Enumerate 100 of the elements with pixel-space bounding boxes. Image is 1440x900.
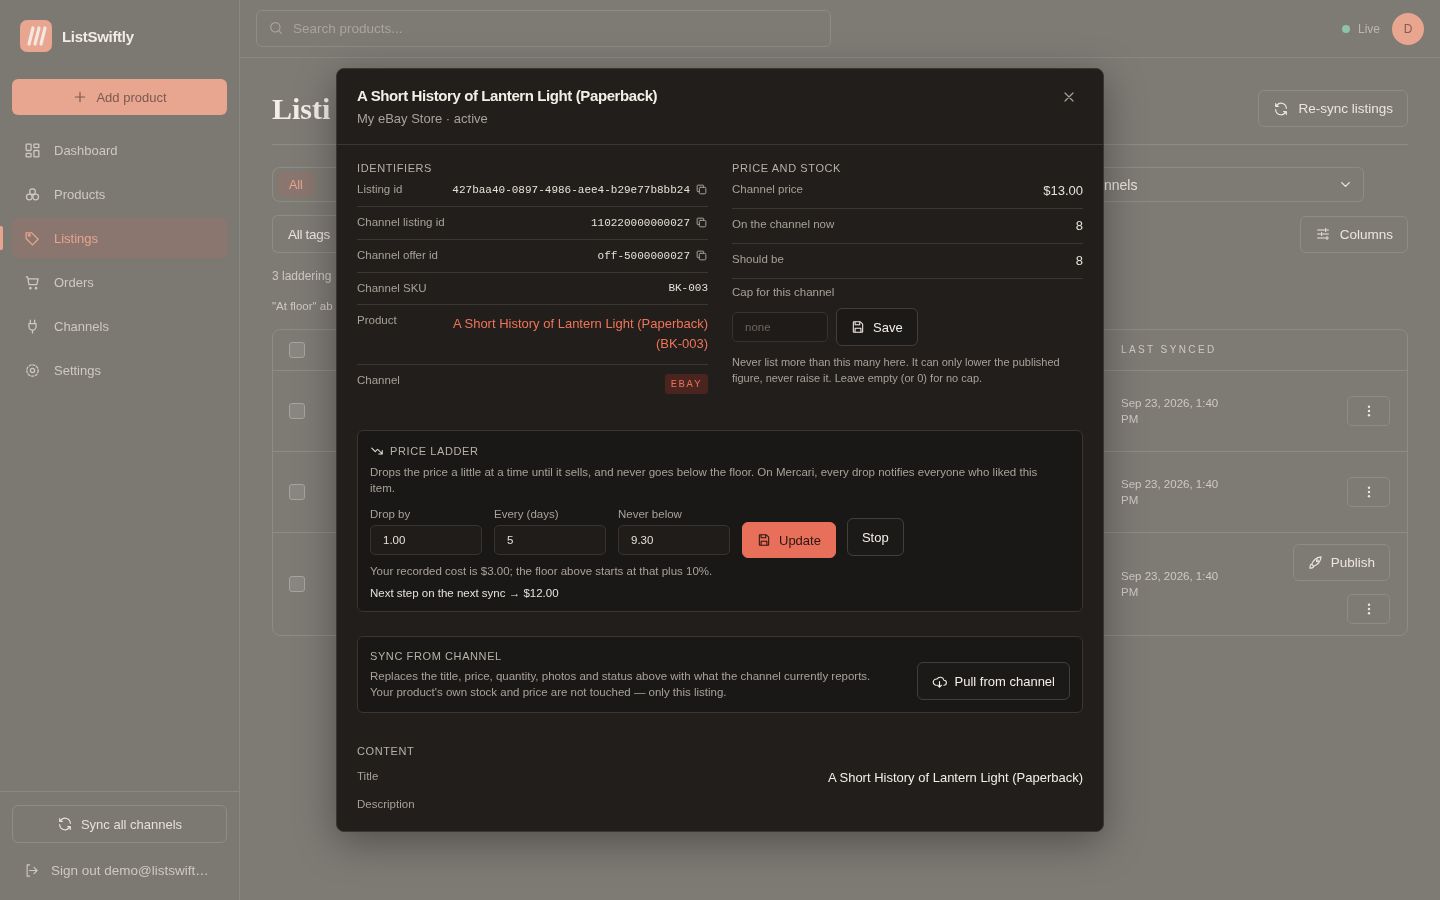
copy-button[interactable] xyxy=(695,183,708,196)
save-icon xyxy=(851,320,865,334)
active-indicator xyxy=(0,226,3,250)
field-label: Every (days) xyxy=(494,508,560,520)
save-button[interactable]: Save xyxy=(836,308,918,346)
dialog-title: A Short History of Lantern Light (Paperback) xyxy=(357,87,658,104)
table-cell-text: Sep 23, 2026, 1:40 PM xyxy=(1121,569,1220,600)
sidebar-item[interactable]: Channels xyxy=(12,306,227,346)
field-value: 8 xyxy=(1075,218,1083,233)
column-header: LAST SYNCED xyxy=(1121,343,1217,357)
stop-button[interactable]: Stop xyxy=(846,518,904,556)
sidebar-item[interactable]: Products xyxy=(12,174,227,214)
section-heading: CONTENT xyxy=(357,745,416,757)
field-value: $13.00 xyxy=(1043,183,1083,198)
more-button[interactable] xyxy=(1347,594,1390,624)
section-heading: SYNC FROM CHANNEL xyxy=(370,650,503,662)
section-heading: IDENTIFIERS xyxy=(357,162,434,174)
brand-name: ListSwiftly xyxy=(62,27,134,45)
table-cell-text: Sep 23, 2026, 1:40 PM xyxy=(1121,477,1220,508)
sign-out-icon xyxy=(24,863,39,878)
save-icon xyxy=(757,533,771,547)
id-value: BK-003 xyxy=(668,282,708,294)
description-text: Drops the price a little at a time until it sells, and never goes below the floor. On Mercari, every drop notifies everyone who liked this item. xyxy=(370,465,1039,496)
cart-icon xyxy=(24,273,41,291)
field-label: Listing id xyxy=(357,183,403,195)
copy-icon xyxy=(695,183,708,196)
page-title: Listi xyxy=(272,91,331,126)
number-input[interactable]: 5 xyxy=(494,525,606,555)
update-button[interactable]: Update xyxy=(742,522,836,558)
rocket-icon xyxy=(1307,555,1323,570)
next-step-text: Next step on the next sync → $12.00 xyxy=(370,587,560,599)
dashboard-icon xyxy=(24,141,41,159)
more-button[interactable] xyxy=(1347,477,1390,507)
dialog-subtitle: My eBay Store · active xyxy=(357,111,489,126)
help-text: Never list more than this many here. It can only lower the published figure, never raise it. Leave empty (or 0) for no cap. xyxy=(732,355,1061,386)
more-button[interactable] xyxy=(1347,396,1390,426)
filter-tab[interactable]: All xyxy=(277,172,315,197)
copy-button[interactable] xyxy=(695,249,708,262)
resync-button[interactable]: Re-sync listings xyxy=(1258,90,1408,127)
sidebar-item[interactable]: Orders xyxy=(12,262,227,302)
section-heading: PRICE AND STOCK xyxy=(732,162,843,174)
field-label: Cap for this channel xyxy=(732,286,836,298)
field-label: Title xyxy=(357,770,379,782)
row-checkbox[interactable] xyxy=(289,403,305,419)
pull-button[interactable]: Pull from channel xyxy=(916,662,1070,700)
logo-icon xyxy=(20,20,52,52)
kebab-icon xyxy=(1366,486,1371,498)
field-label: Never below xyxy=(618,508,683,520)
field-label: Should be xyxy=(732,253,784,265)
channel-select[interactable]: nnels xyxy=(1104,167,1364,202)
field-label: Channel xyxy=(357,374,400,386)
cap-input[interactable]: none xyxy=(732,312,828,342)
columns-button[interactable]: Columns xyxy=(1299,215,1408,253)
number-input[interactable]: 9.30 xyxy=(618,525,730,555)
kebab-icon xyxy=(1366,603,1371,615)
channel-badge: EBAY xyxy=(664,374,708,394)
info-text: "At floor" ab xyxy=(272,300,333,312)
refresh-icon xyxy=(1273,100,1290,117)
id-value: 110220000000027 xyxy=(590,216,690,229)
status-label: Live xyxy=(1358,21,1380,36)
add-product-button[interactable]: Add product xyxy=(12,79,227,115)
section-heading: PRICE LADDER xyxy=(390,445,479,457)
boxes-icon xyxy=(24,185,41,203)
refresh-icon xyxy=(56,816,73,832)
trend-down-icon xyxy=(370,444,384,458)
copy-button[interactable] xyxy=(695,216,708,229)
id-value: 427baa40-0897-4986-aee4-b29e77b8bb24 xyxy=(452,183,690,196)
field-label: Channel SKU xyxy=(357,282,427,294)
id-value: off-5000000027 xyxy=(597,249,690,262)
settings-icon xyxy=(24,361,41,379)
avatar[interactable]: D xyxy=(1392,12,1424,45)
description-text: Replaces the title, price, quantity, photos and status above with what the channel currently reports. Your product's own stock and price are not touched — only this listing. xyxy=(370,669,872,700)
select-all-checkbox[interactable] xyxy=(289,342,305,358)
field-label: Channel price xyxy=(732,183,803,195)
row-checkbox[interactable] xyxy=(289,576,305,592)
field-label: Channel offer id xyxy=(357,249,438,261)
number-input[interactable]: 1.00 xyxy=(370,525,482,555)
sign-out-link[interactable]: Sign out demo@listswift… xyxy=(12,843,227,900)
sync-all-button[interactable]: Sync all channels xyxy=(12,805,227,843)
copy-icon xyxy=(695,249,708,262)
info-text: 3 laddering xyxy=(272,269,332,283)
publish-button[interactable]: Publish xyxy=(1292,544,1390,581)
product-link[interactable]: A Short History of Lantern Light (Paperback) (BK-003) xyxy=(428,314,708,354)
kebab-icon xyxy=(1366,405,1371,417)
field-value: A Short History of Lantern Light (Paperback) xyxy=(827,770,1083,785)
sidebar-item[interactable]: Listings xyxy=(12,218,227,258)
field-label: Channel listing id xyxy=(357,216,445,228)
sidebar-item[interactable]: Settings xyxy=(12,350,227,390)
search-icon xyxy=(268,20,284,36)
table-cell-text: Sep 23, 2026, 1:40 PM xyxy=(1121,396,1220,427)
status-dot xyxy=(1342,24,1350,33)
copy-icon xyxy=(695,216,708,229)
sliders-icon xyxy=(1314,226,1331,242)
sidebar-item[interactable]: Dashboard xyxy=(12,130,227,170)
field-label: Description xyxy=(357,798,415,810)
field-label: On the channel now xyxy=(732,218,835,230)
note-text: Your recorded cost is $3.00; the floor above starts at that plus 10%. xyxy=(370,565,714,577)
field-label: Drop by xyxy=(370,508,412,520)
row-checkbox[interactable] xyxy=(289,484,305,500)
tag-icon xyxy=(24,229,41,247)
